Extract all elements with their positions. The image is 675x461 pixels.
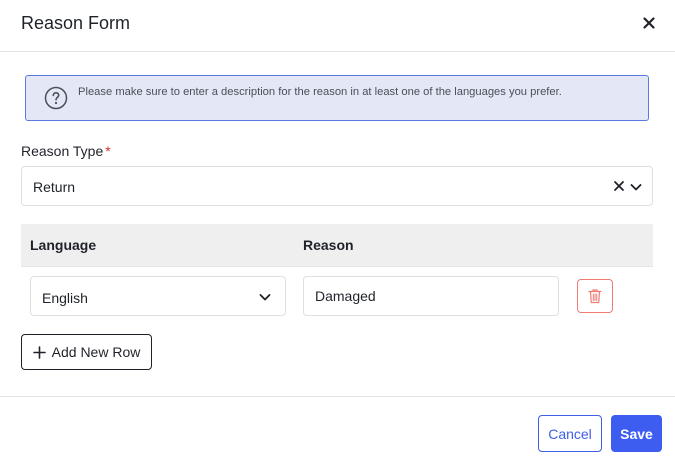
close-button[interactable] bbox=[639, 13, 659, 33]
save-button[interactable]: Save bbox=[611, 415, 662, 452]
question-circle-icon bbox=[44, 86, 68, 110]
add-new-row-button[interactable]: Add New Row bbox=[21, 334, 152, 370]
reason-type-select[interactable]: Return bbox=[21, 166, 653, 206]
language-select[interactable]: English bbox=[30, 276, 286, 316]
info-banner: Please make sure to enter a description … bbox=[25, 75, 649, 121]
table-header: Language Reason bbox=[21, 224, 653, 267]
chevron-down-icon[interactable] bbox=[629, 180, 643, 194]
clear-icon[interactable] bbox=[612, 179, 626, 193]
reason-type-value: Return bbox=[33, 179, 76, 195]
trash-icon bbox=[588, 289, 602, 304]
reason-type-label: Reason Type * bbox=[21, 143, 111, 159]
reason-type-label-text: Reason Type bbox=[21, 143, 104, 159]
column-header-language: Language bbox=[30, 237, 97, 253]
delete-row-button[interactable] bbox=[577, 279, 613, 313]
language-value: English bbox=[42, 290, 88, 306]
dialog-header: Reason Form bbox=[0, 0, 675, 52]
add-new-row-label: Add New Row bbox=[51, 344, 141, 360]
plus-icon bbox=[32, 345, 46, 359]
chevron-down-icon bbox=[259, 294, 271, 301]
info-message: Please make sure to enter a description … bbox=[78, 86, 562, 98]
footer-divider bbox=[0, 396, 675, 397]
close-icon bbox=[643, 17, 655, 29]
column-header-reason: Reason bbox=[303, 237, 354, 253]
dialog-title: Reason Form bbox=[21, 13, 131, 33]
reason-input[interactable] bbox=[303, 276, 559, 316]
cancel-button[interactable]: Cancel bbox=[538, 415, 602, 452]
required-mark: * bbox=[105, 143, 111, 159]
